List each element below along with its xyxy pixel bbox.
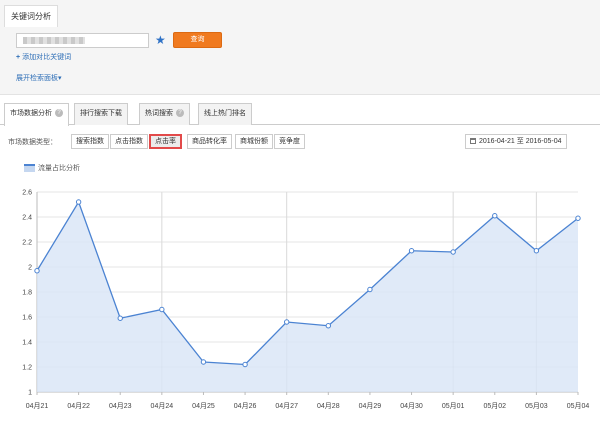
filter-search-index[interactable]: 搜索指数 bbox=[71, 134, 109, 149]
x-tick-label: 04月22 bbox=[67, 402, 90, 410]
y-tick-label: 1.4 bbox=[22, 340, 32, 347]
tab-label: 线上热门排名 bbox=[204, 110, 246, 117]
date-range-picker[interactable]: 2016-04-21 至 2016-05-04 bbox=[465, 134, 567, 149]
data-point bbox=[367, 286, 373, 293]
filter-market-share[interactable]: 商城份额 bbox=[235, 134, 273, 149]
date-separator: 至 bbox=[516, 138, 524, 145]
filter-label: 市场数据类型： bbox=[8, 139, 57, 146]
x-tick-label: 05月04 bbox=[567, 402, 590, 410]
data-point bbox=[117, 315, 123, 321]
tab-keyword-analysis[interactable]: 关键词分析 bbox=[4, 5, 58, 27]
x-tick-label: 04月26 bbox=[234, 402, 257, 410]
data-point bbox=[200, 359, 207, 365]
help-icon[interactable]: ? bbox=[55, 109, 63, 118]
y-tick-label: 2.2 bbox=[22, 240, 32, 247]
filter-click-rate[interactable]: 点击率 bbox=[149, 134, 182, 149]
plus-icon: + bbox=[16, 54, 21, 61]
x-tick-label: 04月29 bbox=[359, 402, 382, 410]
x-tick-label: 04月27 bbox=[275, 402, 298, 410]
data-point bbox=[34, 268, 40, 274]
filter-click-index[interactable]: 点击指数 bbox=[110, 134, 148, 149]
calendar-icon bbox=[470, 138, 476, 145]
x-tick-label: 04月25 bbox=[192, 402, 215, 410]
x-tick-label: 05月01 bbox=[442, 402, 465, 410]
data-point bbox=[75, 199, 82, 205]
tab-label: 排行搜索下载 bbox=[80, 110, 122, 117]
keyword-input[interactable] bbox=[16, 33, 149, 48]
x-tick-label: 05月03 bbox=[525, 402, 548, 410]
y-tick-label: 2.4 bbox=[22, 215, 32, 222]
x-tick-label: 04月30 bbox=[400, 402, 423, 410]
caret-down-icon: ▾ bbox=[58, 75, 62, 82]
x-tick-label: 04月28 bbox=[317, 402, 340, 410]
date-to: 2016-05-04 bbox=[525, 138, 562, 145]
x-tick-label: 04月24 bbox=[151, 402, 174, 410]
filter-competition[interactable]: 竞争度 bbox=[274, 134, 305, 149]
star-icon[interactable]: ★ bbox=[155, 33, 166, 47]
x-tick-label: 04月21 bbox=[26, 402, 49, 410]
data-point bbox=[492, 213, 498, 219]
expand-panel-link[interactable]: 展开检索面板▾ bbox=[16, 73, 62, 83]
x-tick-label: 05月02 bbox=[483, 402, 506, 410]
data-point bbox=[408, 248, 415, 254]
y-tick-label: 1.6 bbox=[22, 315, 32, 322]
tab-label: 市场数据分析 bbox=[10, 110, 52, 117]
tab-hot-search[interactable]: 热词搜索? bbox=[139, 103, 190, 125]
y-tick-label: 1 bbox=[28, 390, 32, 397]
analysis-tabs: 市场数据分析? 排行搜索下载 热词搜索? 线上热门排名 bbox=[0, 103, 600, 126]
x-tick-label: 04月23 bbox=[109, 402, 132, 410]
add-compare-keyword-label: 添加对比关键词 bbox=[22, 54, 72, 61]
tab-ranking-download[interactable]: 排行搜索下载 bbox=[74, 103, 128, 125]
click-rate-chart: 1 1.2 1.4 1.6 1.8 2 2.2 2.4 2.6 04月21 04月22 04月23 04… bbox=[22, 190, 590, 411]
data-point bbox=[325, 323, 332, 329]
date-from: 2016-04-21 bbox=[479, 138, 515, 145]
help-icon[interactable]: ? bbox=[176, 109, 184, 118]
data-point bbox=[450, 249, 456, 255]
filter-conversion-rate[interactable]: 商品转化率 bbox=[187, 134, 232, 149]
data-point bbox=[575, 215, 581, 221]
tab-label: 热词搜索 bbox=[145, 110, 173, 117]
masked-keyword-text bbox=[23, 37, 85, 44]
y-tick-label: 2.6 bbox=[22, 190, 32, 197]
data-point bbox=[242, 361, 248, 368]
expand-panel-label: 展开检索面板 bbox=[16, 75, 58, 82]
tab-online-ranking[interactable]: 线上热门排名 bbox=[198, 103, 252, 125]
header-panel: 关键词分析 ★ 查询 + 添加对比关键词 展开检索面板▾ bbox=[0, 0, 600, 95]
tab-market-data[interactable]: 市场数据分析? bbox=[4, 103, 69, 126]
y-tick-label: 1.8 bbox=[22, 290, 32, 297]
add-compare-keyword-link[interactable]: + 添加对比关键词 bbox=[16, 52, 71, 62]
query-button[interactable]: 查询 bbox=[173, 32, 222, 48]
data-point bbox=[159, 306, 165, 313]
series-area bbox=[37, 202, 578, 392]
y-tick-label: 2 bbox=[28, 265, 32, 272]
data-point bbox=[533, 248, 540, 254]
y-tick-label: 1.2 bbox=[22, 365, 32, 372]
data-point bbox=[283, 319, 290, 325]
